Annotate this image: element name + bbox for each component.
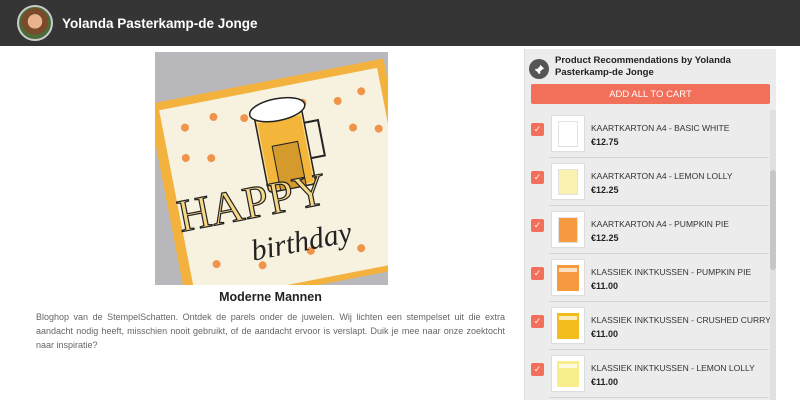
- product-checkbox[interactable]: ✓: [531, 315, 544, 328]
- product-thumbnail[interactable]: [551, 211, 585, 248]
- pin-icon[interactable]: [529, 59, 549, 79]
- site-title[interactable]: Yolanda Pasterkamp-de Jonge: [62, 16, 258, 31]
- product-thumbnail[interactable]: [551, 115, 585, 152]
- product-name[interactable]: KAARTKARTON A4 - LEMON LOLLY: [591, 171, 733, 181]
- post-image[interactable]: HAPPY birthday: [155, 52, 388, 285]
- product-thumbnail[interactable]: [551, 355, 585, 392]
- product-checkbox[interactable]: ✓: [531, 363, 544, 376]
- panel-header: Product Recommendations by Yolanda Paste…: [529, 55, 773, 83]
- panel-title: Product Recommendations by Yolanda Paste…: [555, 55, 731, 78]
- product-item: ✓ KAARTKARTON A4 - BASIC WHITE €12.75: [525, 110, 777, 158]
- product-checkbox[interactable]: ✓: [531, 123, 544, 136]
- post-title[interactable]: Moderne Mannen: [36, 290, 505, 304]
- product-item: ✓ KAARTKARTON A4 - PUMPKIN PIE €12.25: [525, 206, 777, 254]
- product-price: €12.75: [591, 137, 619, 147]
- divider: [549, 397, 769, 398]
- product-name[interactable]: KLASSIEK INKTKUSSEN - CRUSHED CURRY: [591, 315, 771, 325]
- product-thumbnail[interactable]: [551, 259, 585, 296]
- add-all-to-cart-button[interactable]: ADD ALL TO CART: [531, 84, 770, 104]
- product-recommendations-panel: Product Recommendations by Yolanda Paste…: [524, 49, 776, 400]
- post-excerpt: Bloghop van de StempelSchatten. Ontdek d…: [36, 312, 505, 350]
- product-swatch: [558, 120, 578, 147]
- product-item: ✓ KLASSIEK INKTKUSSEN - LEMON LOLLY €11.00: [525, 350, 777, 398]
- product-name[interactable]: KLASSIEK INKTKUSSEN - LEMON LOLLY: [591, 363, 755, 373]
- product-swatch: [557, 360, 579, 387]
- product-item: ✓ KAARTKARTON A4 - LEMON LOLLY €12.25: [525, 158, 777, 206]
- product-swatch: [557, 264, 579, 291]
- product-list: ✓ KAARTKARTON A4 - BASIC WHITE €12.75 ✓ KAAR…: [525, 110, 777, 400]
- product-price: €12.25: [591, 185, 619, 195]
- product-item: ✓ KLASSIEK INKTKUSSEN - CRUSHED CURRY €11.…: [525, 302, 777, 350]
- product-checkbox[interactable]: ✓: [531, 171, 544, 184]
- product-name[interactable]: KLASSIEK INKTKUSSEN - PUMPKIN PIE: [591, 267, 751, 277]
- product-thumbnail[interactable]: [551, 307, 585, 344]
- top-bar: Yolanda Pasterkamp-de Jonge: [0, 0, 800, 46]
- product-swatch: [558, 168, 578, 195]
- scrollbar[interactable]: [770, 110, 776, 400]
- product-price: €12.25: [591, 233, 619, 243]
- product-thumbnail[interactable]: [551, 163, 585, 200]
- product-name[interactable]: KAARTKARTON A4 - PUMPKIN PIE: [591, 219, 729, 229]
- product-item: ✓ KLASSIEK INKTKUSSEN - PUMPKIN PIE €11.00: [525, 254, 777, 302]
- product-checkbox[interactable]: ✓: [531, 219, 544, 232]
- product-name[interactable]: KAARTKARTON A4 - BASIC WHITE: [591, 123, 729, 133]
- scrollbar-thumb[interactable]: [770, 170, 776, 270]
- avatar[interactable]: [17, 5, 53, 41]
- product-price: €11.00: [591, 329, 619, 339]
- product-swatch: [558, 216, 578, 243]
- product-checkbox[interactable]: ✓: [531, 267, 544, 280]
- product-price: €11.00: [591, 377, 619, 387]
- product-swatch: [557, 312, 579, 339]
- product-price: €11.00: [591, 281, 619, 291]
